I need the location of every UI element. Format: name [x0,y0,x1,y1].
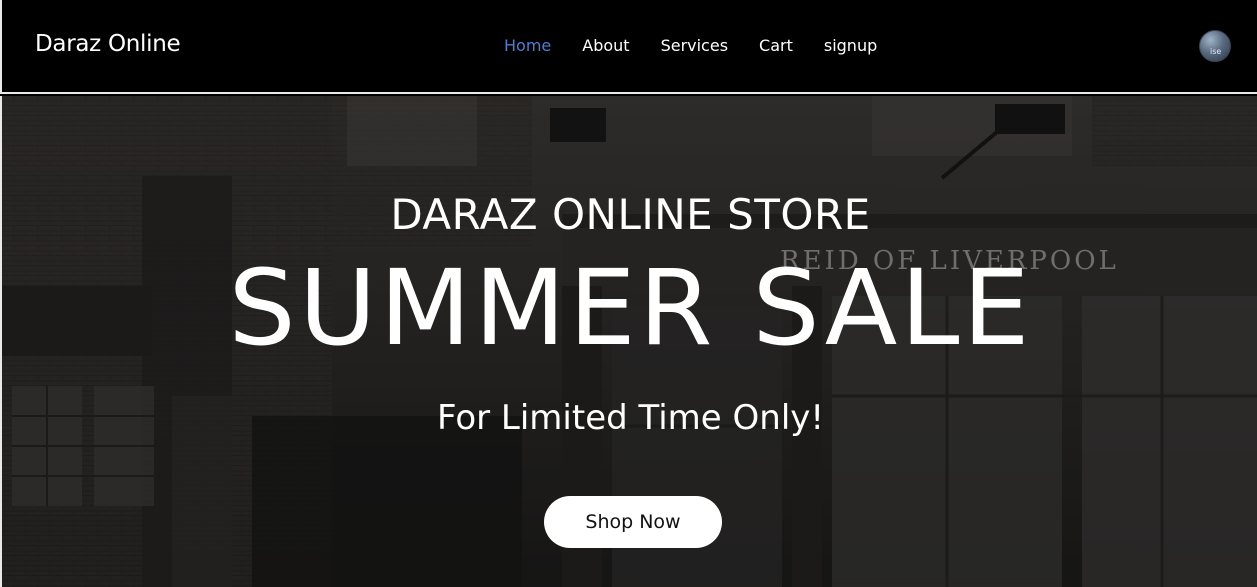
main-nav: Home About Services Cart signup [504,36,877,55]
nav-cart-link[interactable]: Cart [759,36,793,55]
shop-now-button[interactable]: Shop Now [544,496,722,548]
user-avatar[interactable]: ise [1199,30,1231,62]
avatar-alt-text: ise [1210,47,1222,56]
brand-logo[interactable]: Daraz Online [35,31,181,57]
sale-subheadline: For Limited Time Only! [436,398,825,438]
hero-banner: REID OF LIVERPOOL DARAZ ONLINE STORE SUM… [0,96,1257,587]
navbar: Daraz Online Home About Services Cart si… [0,0,1257,94]
sale-headline: SUMMER SALE [228,247,1033,369]
nav-services-link[interactable]: Services [661,36,728,55]
nav-home-link[interactable]: Home [504,36,551,55]
nav-signup-link[interactable]: signup [824,36,877,55]
nav-about-link[interactable]: About [582,36,629,55]
store-title: DARAZ ONLINE STORE [390,190,871,239]
